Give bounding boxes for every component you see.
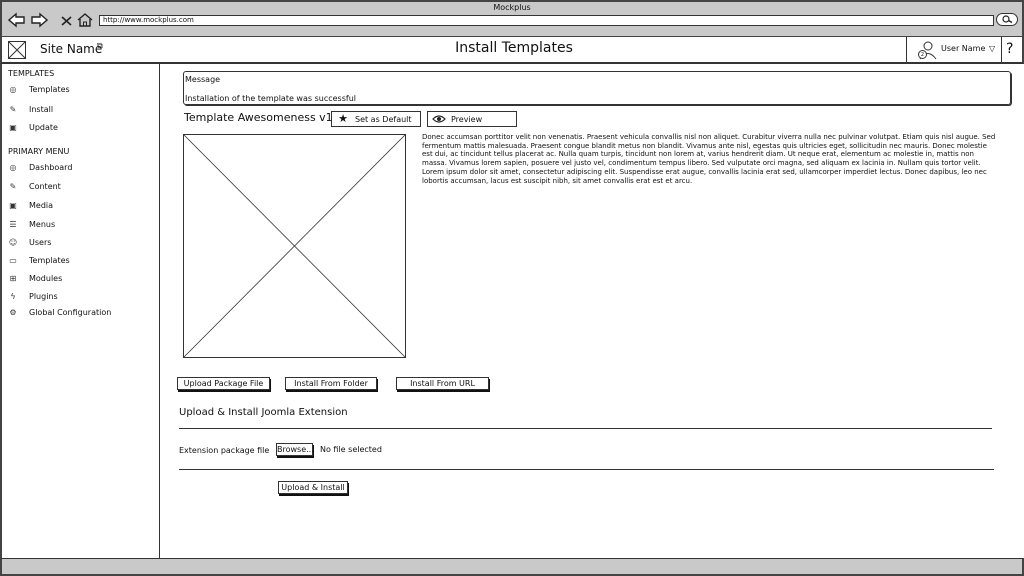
page-title: Install Templates [455, 40, 573, 56]
sidebar-item-menus[interactable]: ☰ Menus [6, 219, 156, 233]
sidebar-item-users[interactable]: ☺ Users [6, 237, 156, 251]
sidebar-item-global-configuration[interactable]: ⚙ Global Configuration [6, 307, 156, 321]
url-input[interactable]: http://www.mockplus.com [99, 15, 994, 26]
sidebar-heading-primary-menu: PRIMARY MENU [8, 147, 70, 156]
sidebar-item-label: Users [29, 238, 52, 247]
sidebar-item-install[interactable]: ✎ Install [6, 104, 156, 118]
sidebar: TEMPLATES ◎ Templates ✎ Install ▣ Update… [0, 64, 160, 558]
browser-search-button[interactable] [996, 13, 1018, 26]
pencil-icon: ✎ [9, 105, 17, 114]
help-icon[interactable]: ? [1006, 41, 1013, 57]
monitor-icon: ▭ [9, 256, 17, 265]
sidebar-item-content[interactable]: ✎ Content [6, 181, 156, 195]
module-icon: ⊞ [9, 274, 17, 283]
template-description: Donec accumsan porttitor velit non venen… [422, 133, 996, 185]
pencil-icon: ✎ [9, 182, 17, 191]
upload-install-button[interactable]: Upload & Install [278, 481, 348, 494]
sidebar-item-dashboard[interactable]: ◎ Dashboard [6, 162, 156, 176]
sidebar-item-label: Global Configuration [29, 308, 112, 317]
set-default-label: Set as Default [355, 115, 412, 124]
window-title: Mockplus [493, 3, 531, 12]
search-icon [1002, 15, 1013, 24]
sidebar-item-label: Templates [29, 85, 70, 94]
section-divider [179, 469, 994, 470]
extension-package-label: Extension package file [179, 446, 270, 455]
sidebar-item-label: Menus [29, 220, 56, 229]
close-icon[interactable] [58, 12, 76, 28]
home-icon[interactable] [76, 12, 94, 28]
main-content: Message Installation of the template was… [160, 64, 1022, 558]
star-icon: ★ [338, 112, 348, 125]
message-box: Message Installation of the template was… [183, 71, 1011, 105]
set-default-button[interactable]: ★ Set as Default [331, 111, 421, 127]
sidebar-item-label: Plugins [29, 292, 58, 301]
upload-section-title: Upload & Install Joomla Extension [179, 407, 348, 418]
image-icon: ▣ [9, 201, 17, 210]
sidebar-item-templates-menu[interactable]: ▭ Templates [6, 255, 156, 269]
gear-icon: ⚙ [9, 308, 17, 317]
globe-icon: ◎ [9, 85, 17, 94]
sidebar-item-label: Modules [29, 274, 63, 283]
sidebar-item-templates[interactable]: ◎ Templates [6, 84, 156, 98]
image-icon: ▣ [9, 123, 17, 132]
tab-install-from-url[interactable]: Install From URL [396, 377, 489, 390]
browser-status-bar [0, 558, 1024, 576]
sidebar-heading-templates: TEMPLATES [8, 69, 55, 78]
sidebar-item-label: Update [29, 123, 58, 132]
forward-arrow-icon[interactable] [30, 12, 48, 28]
sidebar-item-media[interactable]: ▣ Media [6, 200, 156, 214]
sidebar-item-modules[interactable]: ⊞ Modules [6, 273, 156, 287]
list-icon: ☰ [9, 220, 17, 229]
sidebar-item-plugins[interactable]: ϟ Plugins [6, 291, 156, 305]
sidebar-item-label: Install [29, 105, 54, 114]
notification-badge: 2 [918, 50, 927, 59]
app-header: Site Name ⧉ Install Templates 2 User Nam… [0, 37, 1024, 64]
sidebar-item-label: Media [29, 201, 54, 210]
user-menu[interactable]: 2 User Name ▽ [906, 37, 1002, 62]
chevron-down-icon: ▽ [989, 44, 996, 53]
sidebar-item-label: Templates [29, 256, 70, 265]
preview-button[interactable]: Preview [427, 111, 517, 127]
tab-install-from-folder[interactable]: Install From Folder [285, 377, 377, 390]
message-body: Installation of the template was success… [185, 94, 356, 103]
file-status: No file selected [320, 445, 382, 454]
section-divider [179, 428, 992, 429]
user-icon: ☺ [8, 238, 18, 247]
sidebar-item-label: Content [29, 182, 61, 191]
eye-icon [432, 113, 446, 125]
browse-button[interactable]: Browse... [276, 443, 314, 456]
sidebar-item-update[interactable]: ▣ Update [6, 122, 156, 136]
message-title: Message [185, 75, 221, 84]
tab-upload-package-file[interactable]: Upload Package File [177, 377, 270, 390]
browser-chrome: Mockplus http://www.mockplus.com [0, 0, 1024, 37]
image-placeholder-icon [184, 135, 405, 357]
user-name: User Name [941, 44, 986, 53]
template-title: Template Awesomeness v1 [184, 111, 333, 124]
template-preview-image [183, 134, 406, 358]
sidebar-item-label: Dashboard [29, 163, 73, 172]
plug-icon: ϟ [10, 292, 16, 301]
back-arrow-icon[interactable] [8, 12, 26, 28]
globe-icon: ◎ [9, 163, 17, 172]
preview-label: Preview [451, 115, 483, 124]
